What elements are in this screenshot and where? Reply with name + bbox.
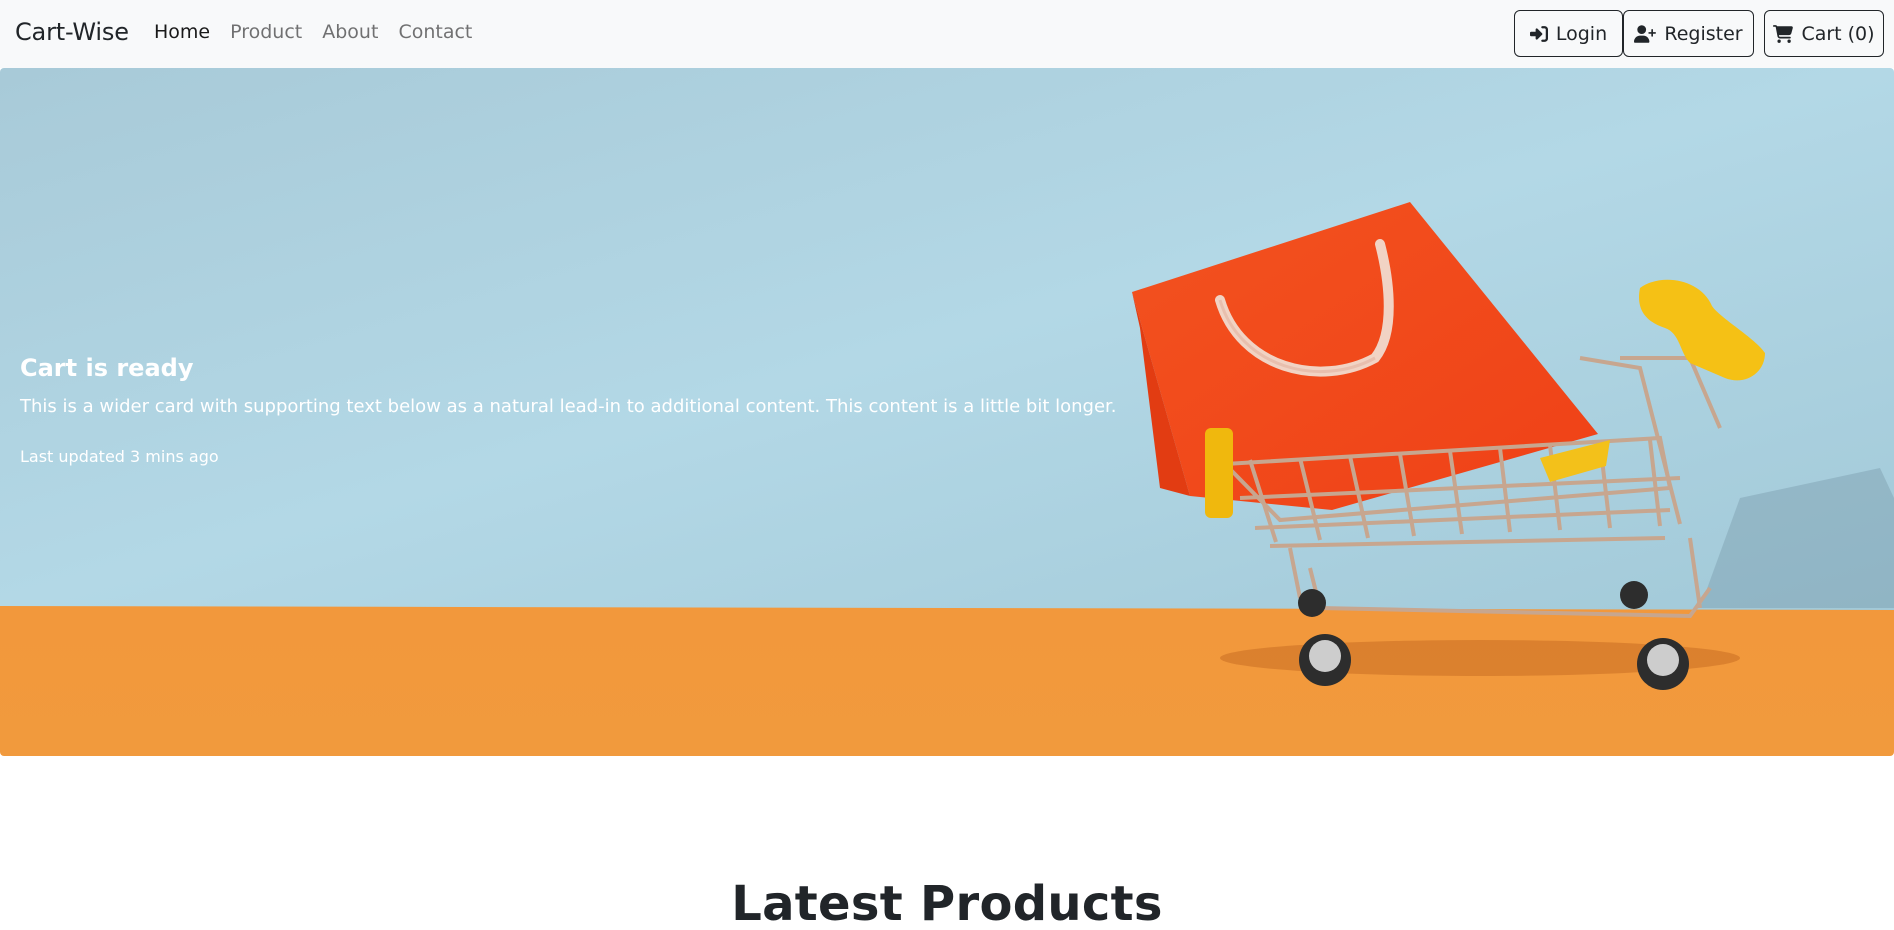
brand-logo[interactable]: Cart-Wise (15, 18, 129, 46)
nav-link-contact[interactable]: Contact (398, 21, 472, 43)
hero-text: This is a wider card with supporting tex… (20, 396, 1117, 417)
latest-products-heading: Latest Products (731, 876, 1163, 930)
cart-button[interactable]: Cart (0) (1764, 10, 1884, 57)
register-button[interactable]: Register (1623, 10, 1754, 57)
register-label: Register (1664, 22, 1743, 45)
nav-link-product[interactable]: Product (230, 21, 302, 43)
nav-link-about[interactable]: About (322, 21, 378, 43)
hero-card: Cart is ready This is a wider card with … (0, 68, 1894, 756)
login-label: Login (1555, 22, 1608, 45)
shopping-cart-icon (1773, 24, 1794, 43)
login-button[interactable]: Login (1514, 10, 1623, 57)
sign-in-icon (1529, 25, 1548, 42)
nav-links: Home Product About Contact (154, 21, 492, 43)
cart-label: Cart (0) (1801, 22, 1875, 45)
nav-link-home[interactable]: Home (154, 21, 210, 43)
user-plus-icon (1634, 24, 1657, 43)
hero-updated-text: Last updated 3 mins ago (20, 447, 219, 466)
navbar: Cart-Wise Home Product About Contact Log… (0, 0, 1894, 68)
hero-caption: Cart is ready This is a wider card with … (20, 354, 1117, 466)
hero-title: Cart is ready (20, 354, 194, 382)
